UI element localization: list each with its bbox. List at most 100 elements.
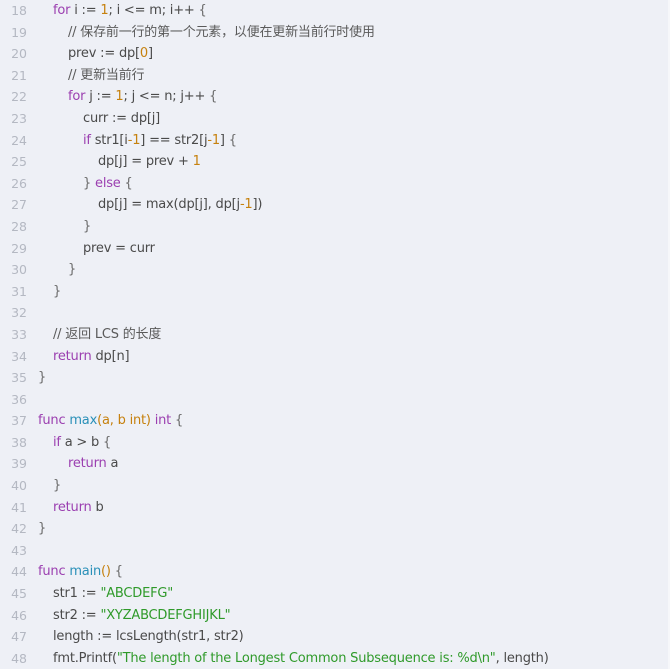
- line-content: if str1[i-1] == str2[j-1] {: [38, 130, 237, 152]
- code-text: length := lcsLength(str1, str2): [53, 629, 244, 645]
- line-number: 48: [11, 650, 27, 666]
- line-number: 18: [11, 3, 27, 18]
- line-content: fmt.Printf("The length of the Longest Co…: [38, 648, 549, 669]
- line-content: return a: [38, 453, 118, 475]
- keyword-token: return: [68, 456, 107, 472]
- code-line[interactable]: 34 return dp[n]: [0, 346, 549, 368]
- code-line[interactable]: 26} else {: [0, 173, 549, 195]
- code-line[interactable]: 25 dp[j] = prev + 1: [0, 151, 549, 173]
- code-line[interactable]: 36: [0, 389, 549, 411]
- line-content: length := lcsLength(str1, str2): [38, 626, 244, 648]
- punctuation-token: }: [53, 283, 62, 299]
- code-line[interactable]: 43: [0, 540, 549, 562]
- line-number: 28: [11, 218, 27, 234]
- line-content: // 更新当前行: [38, 65, 144, 87]
- line-content: }: [38, 216, 91, 238]
- line-number: 33: [11, 326, 27, 342]
- code-line[interactable]: 42}: [0, 518, 549, 540]
- code-line[interactable]: 47 length := lcsLength(str1, str2): [0, 626, 549, 648]
- string-token: "ABCDEFG": [100, 586, 174, 602]
- code-text: dp[n]: [91, 348, 130, 364]
- code-text: j :=: [85, 89, 116, 105]
- keyword-token: func: [38, 564, 66, 580]
- code-line[interactable]: 29 prev = curr: [0, 238, 549, 260]
- code-text: str1[i: [90, 132, 128, 148]
- keyword-token: for: [68, 89, 86, 105]
- line-content: // 返回 LCS 的长度: [38, 324, 161, 346]
- code-line[interactable]: 37 func max(a, b int) int {: [0, 410, 549, 432]
- comment-token: // 更新当前行: [68, 67, 145, 83]
- line-content: prev = curr: [38, 238, 155, 260]
- line-content: // 保存前一行的第一个元素，以便在更新当前行时使用: [38, 22, 375, 44]
- code-line[interactable]: 40}: [0, 475, 549, 497]
- code-lines[interactable]: 18 for i := 1; i <= m; i++ {19// 保存前一行的第一…: [0, 0, 549, 669]
- line-number: 41: [11, 499, 27, 515]
- code-line[interactable]: 46 str2 := "XYZABCDEFGHIJKL": [0, 605, 549, 627]
- code-text: prev = curr: [83, 240, 155, 256]
- code-line[interactable]: 39 return a: [0, 453, 549, 475]
- line-number: 21: [11, 67, 27, 83]
- line-content: dp[j] = prev + 1: [38, 151, 201, 173]
- line-content: return dp[n]: [38, 346, 130, 368]
- punctuation-token: {: [198, 3, 207, 18]
- code-line[interactable]: 48 fmt.Printf("The length of the Longest …: [0, 648, 549, 669]
- code-line[interactable]: 22 for j := 1; j <= n; j++ {: [0, 86, 549, 108]
- punctuation-token: {: [171, 413, 184, 429]
- string-token: "XYZABCDEFGHIJKL": [100, 607, 231, 623]
- code-line[interactable]: 33 // 返回 LCS 的长度: [0, 324, 549, 346]
- keyword-token: func: [38, 413, 66, 429]
- code-text: ]: [219, 132, 229, 148]
- line-number: 25: [11, 154, 27, 170]
- line-content: }: [38, 475, 61, 497]
- code-line[interactable]: 41 return b: [0, 497, 549, 519]
- line-number: 40: [11, 478, 27, 494]
- line-number: 24: [11, 132, 27, 148]
- line-content: } else {: [38, 173, 133, 195]
- line-content: }: [38, 518, 46, 540]
- line-content: prev := dp[0]: [38, 43, 153, 65]
- code-line[interactable]: 31}: [0, 281, 549, 303]
- code-line[interactable]: 32: [0, 302, 549, 324]
- code-line[interactable]: 27 dp[j] = max(dp[j], dp[j-1]): [0, 194, 549, 216]
- punctuation-token: {: [110, 564, 123, 580]
- code-line[interactable]: 44 func main() {: [0, 561, 549, 583]
- line-content: func main() {: [38, 561, 123, 583]
- code-editor[interactable]: 18 for i := 1; i <= m; i++ {19// 保存前一行的第一…: [0, 0, 670, 669]
- code-line[interactable]: 20 prev := dp[0]: [0, 43, 549, 65]
- line-number: 27: [11, 197, 27, 213]
- code-line[interactable]: 28}: [0, 216, 549, 238]
- punctuation-token: }: [68, 262, 77, 278]
- code-line[interactable]: 45 str1 := "ABCDEFG": [0, 583, 549, 605]
- line-content: }: [38, 281, 61, 303]
- code-line[interactable]: 19 // 保存前一行的第一个元素，以便在更新当前行时使用: [0, 22, 549, 44]
- line-number: 32: [11, 305, 27, 321]
- code-line[interactable]: 35}: [0, 367, 549, 389]
- code-line[interactable]: 21 // 更新当前行: [0, 65, 549, 87]
- code-line[interactable]: 23 curr := dp[j]: [0, 108, 549, 130]
- params-token: (a, b int): [97, 413, 151, 429]
- line-number: 22: [11, 89, 27, 105]
- code-line[interactable]: 38 if a > b {: [0, 432, 549, 454]
- line-number: 30: [11, 262, 27, 278]
- line-content: return b: [38, 497, 104, 519]
- line-content: for j := 1; j <= n; j++ {: [38, 86, 217, 108]
- line-content: if a > b {: [38, 432, 111, 454]
- keyword-token: else: [95, 175, 121, 191]
- keyword-token: if: [53, 434, 61, 450]
- code-line[interactable]: 24 if str1[i-1] == str2[j-1] {: [0, 130, 549, 152]
- line-content: func max(a, b int) int {: [38, 410, 183, 432]
- code-text: a > b: [60, 434, 104, 450]
- number-token: 1: [192, 154, 201, 170]
- punctuation-token: {: [209, 89, 218, 105]
- code-text: str2 :=: [53, 607, 101, 623]
- code-line[interactable]: 18 for i := 1; i <= m; i++ {: [0, 0, 549, 22]
- code-line[interactable]: 30}: [0, 259, 549, 281]
- line-number: 23: [11, 110, 27, 126]
- line-number: 29: [11, 240, 27, 256]
- line-content: }: [38, 367, 46, 389]
- code-text: ; j <= n; j++: [123, 89, 210, 105]
- code-text: dp[j] = prev +: [98, 154, 193, 170]
- line-content: str2 := "XYZABCDEFGHIJKL": [38, 605, 231, 627]
- string-token: "The length of the Longest Common Subseq…: [116, 650, 496, 666]
- line-number: 42: [11, 521, 27, 537]
